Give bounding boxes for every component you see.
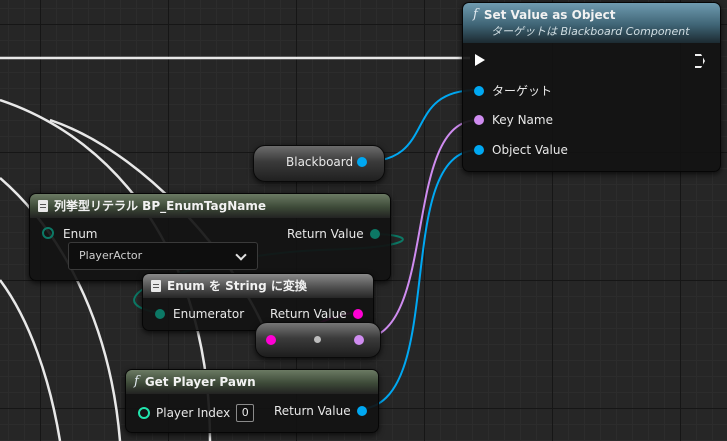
string-input-pin-icon[interactable] [266, 335, 276, 345]
chevron-down-icon [235, 249, 247, 261]
target-pin-label: ターゲット [492, 84, 553, 98]
object-value-pin[interactable]: Object Value [474, 143, 568, 157]
get-player-pawn-node[interactable]: f Get Player Pawn Player Index 0 Return … [125, 369, 379, 433]
document-icon [38, 200, 48, 212]
set-value-node-title: Set Value as Object [483, 7, 616, 22]
object-pin-icon [474, 85, 484, 96]
enum-pin-icon [42, 227, 54, 239]
exec-in-pin[interactable] [475, 54, 485, 66]
blackboard-variable-node[interactable]: Blackboard [253, 145, 385, 182]
set-value-node-header[interactable]: f Set Value as Object ターゲットは Blackboard … [463, 3, 720, 43]
enum-input-pin[interactable] [42, 227, 54, 239]
player-index-input[interactable]: 0 [236, 404, 255, 422]
name-pin-icon [474, 115, 484, 125]
function-icon: f [134, 374, 139, 389]
string-to-name-conversion-node[interactable] [255, 322, 381, 358]
enum-to-string-node-header[interactable]: Enum を String に変換 [143, 274, 373, 298]
enumerator-label: Enumerator [173, 307, 245, 321]
exec-out-pin[interactable] [695, 54, 705, 68]
string-return-value-pin[interactable]: Return Value [270, 307, 363, 321]
string-return-value-label: Return Value [270, 307, 347, 321]
object-pin-icon [474, 145, 484, 155]
object-pin-icon [357, 157, 368, 167]
target-pin[interactable]: ターゲット [474, 82, 552, 99]
pawn-return-value-label: Return Value [274, 404, 351, 418]
document-icon [151, 280, 161, 292]
object-pin-icon [356, 406, 367, 416]
player-index-pin[interactable]: Player Index 0 [138, 404, 255, 422]
object-value-pin-label: Object Value [492, 143, 568, 157]
function-icon: f [473, 7, 478, 22]
enum-literal-node[interactable]: 列挙型リテラル BP_EnumTagName Enum PlayerActor … [29, 193, 391, 281]
enumerator-input-pin[interactable]: Enumerator [155, 307, 244, 321]
get-player-pawn-node-title: Get Player Pawn [144, 375, 256, 389]
conversion-center-icon [314, 336, 321, 343]
enum-selected-value: PlayerActor [79, 249, 143, 262]
enum-literal-node-title: 列挙型リテラル BP_EnumTagName [54, 199, 267, 213]
set-value-node-subtitle: ターゲットは Blackboard Component [491, 25, 690, 38]
enum-value-dropdown[interactable]: PlayerActor [68, 242, 258, 270]
enum-return-value-pin[interactable]: Return Value [287, 227, 380, 241]
name-output-pin-icon[interactable] [354, 335, 364, 345]
player-index-label: Player Index [156, 406, 231, 420]
blackboard-output-pin[interactable]: Blackboard [286, 155, 368, 169]
enum-pin-icon [369, 229, 380, 239]
enum-label: Enum [63, 227, 98, 241]
blackboard-label: Blackboard [286, 155, 354, 169]
get-player-pawn-node-header[interactable]: f Get Player Pawn [126, 370, 378, 394]
string-pin-icon [352, 309, 363, 319]
key-name-pin-label: Key Name [492, 113, 553, 127]
enum-return-value-label: Return Value [287, 227, 364, 241]
enum-to-string-node-title: Enum を String に変換 [167, 279, 307, 293]
white-wire-3 [0, 279, 62, 441]
int-pin-icon [138, 407, 150, 419]
set-value-as-object-node[interactable]: f Set Value as Object ターゲットは Blackboard … [462, 2, 721, 172]
enum-pin-icon [155, 309, 165, 319]
pawn-return-value-pin[interactable]: Return Value [274, 404, 367, 418]
enum-literal-node-header[interactable]: 列挙型リテラル BP_EnumTagName [30, 194, 390, 218]
key-name-pin[interactable]: Key Name [474, 113, 553, 127]
